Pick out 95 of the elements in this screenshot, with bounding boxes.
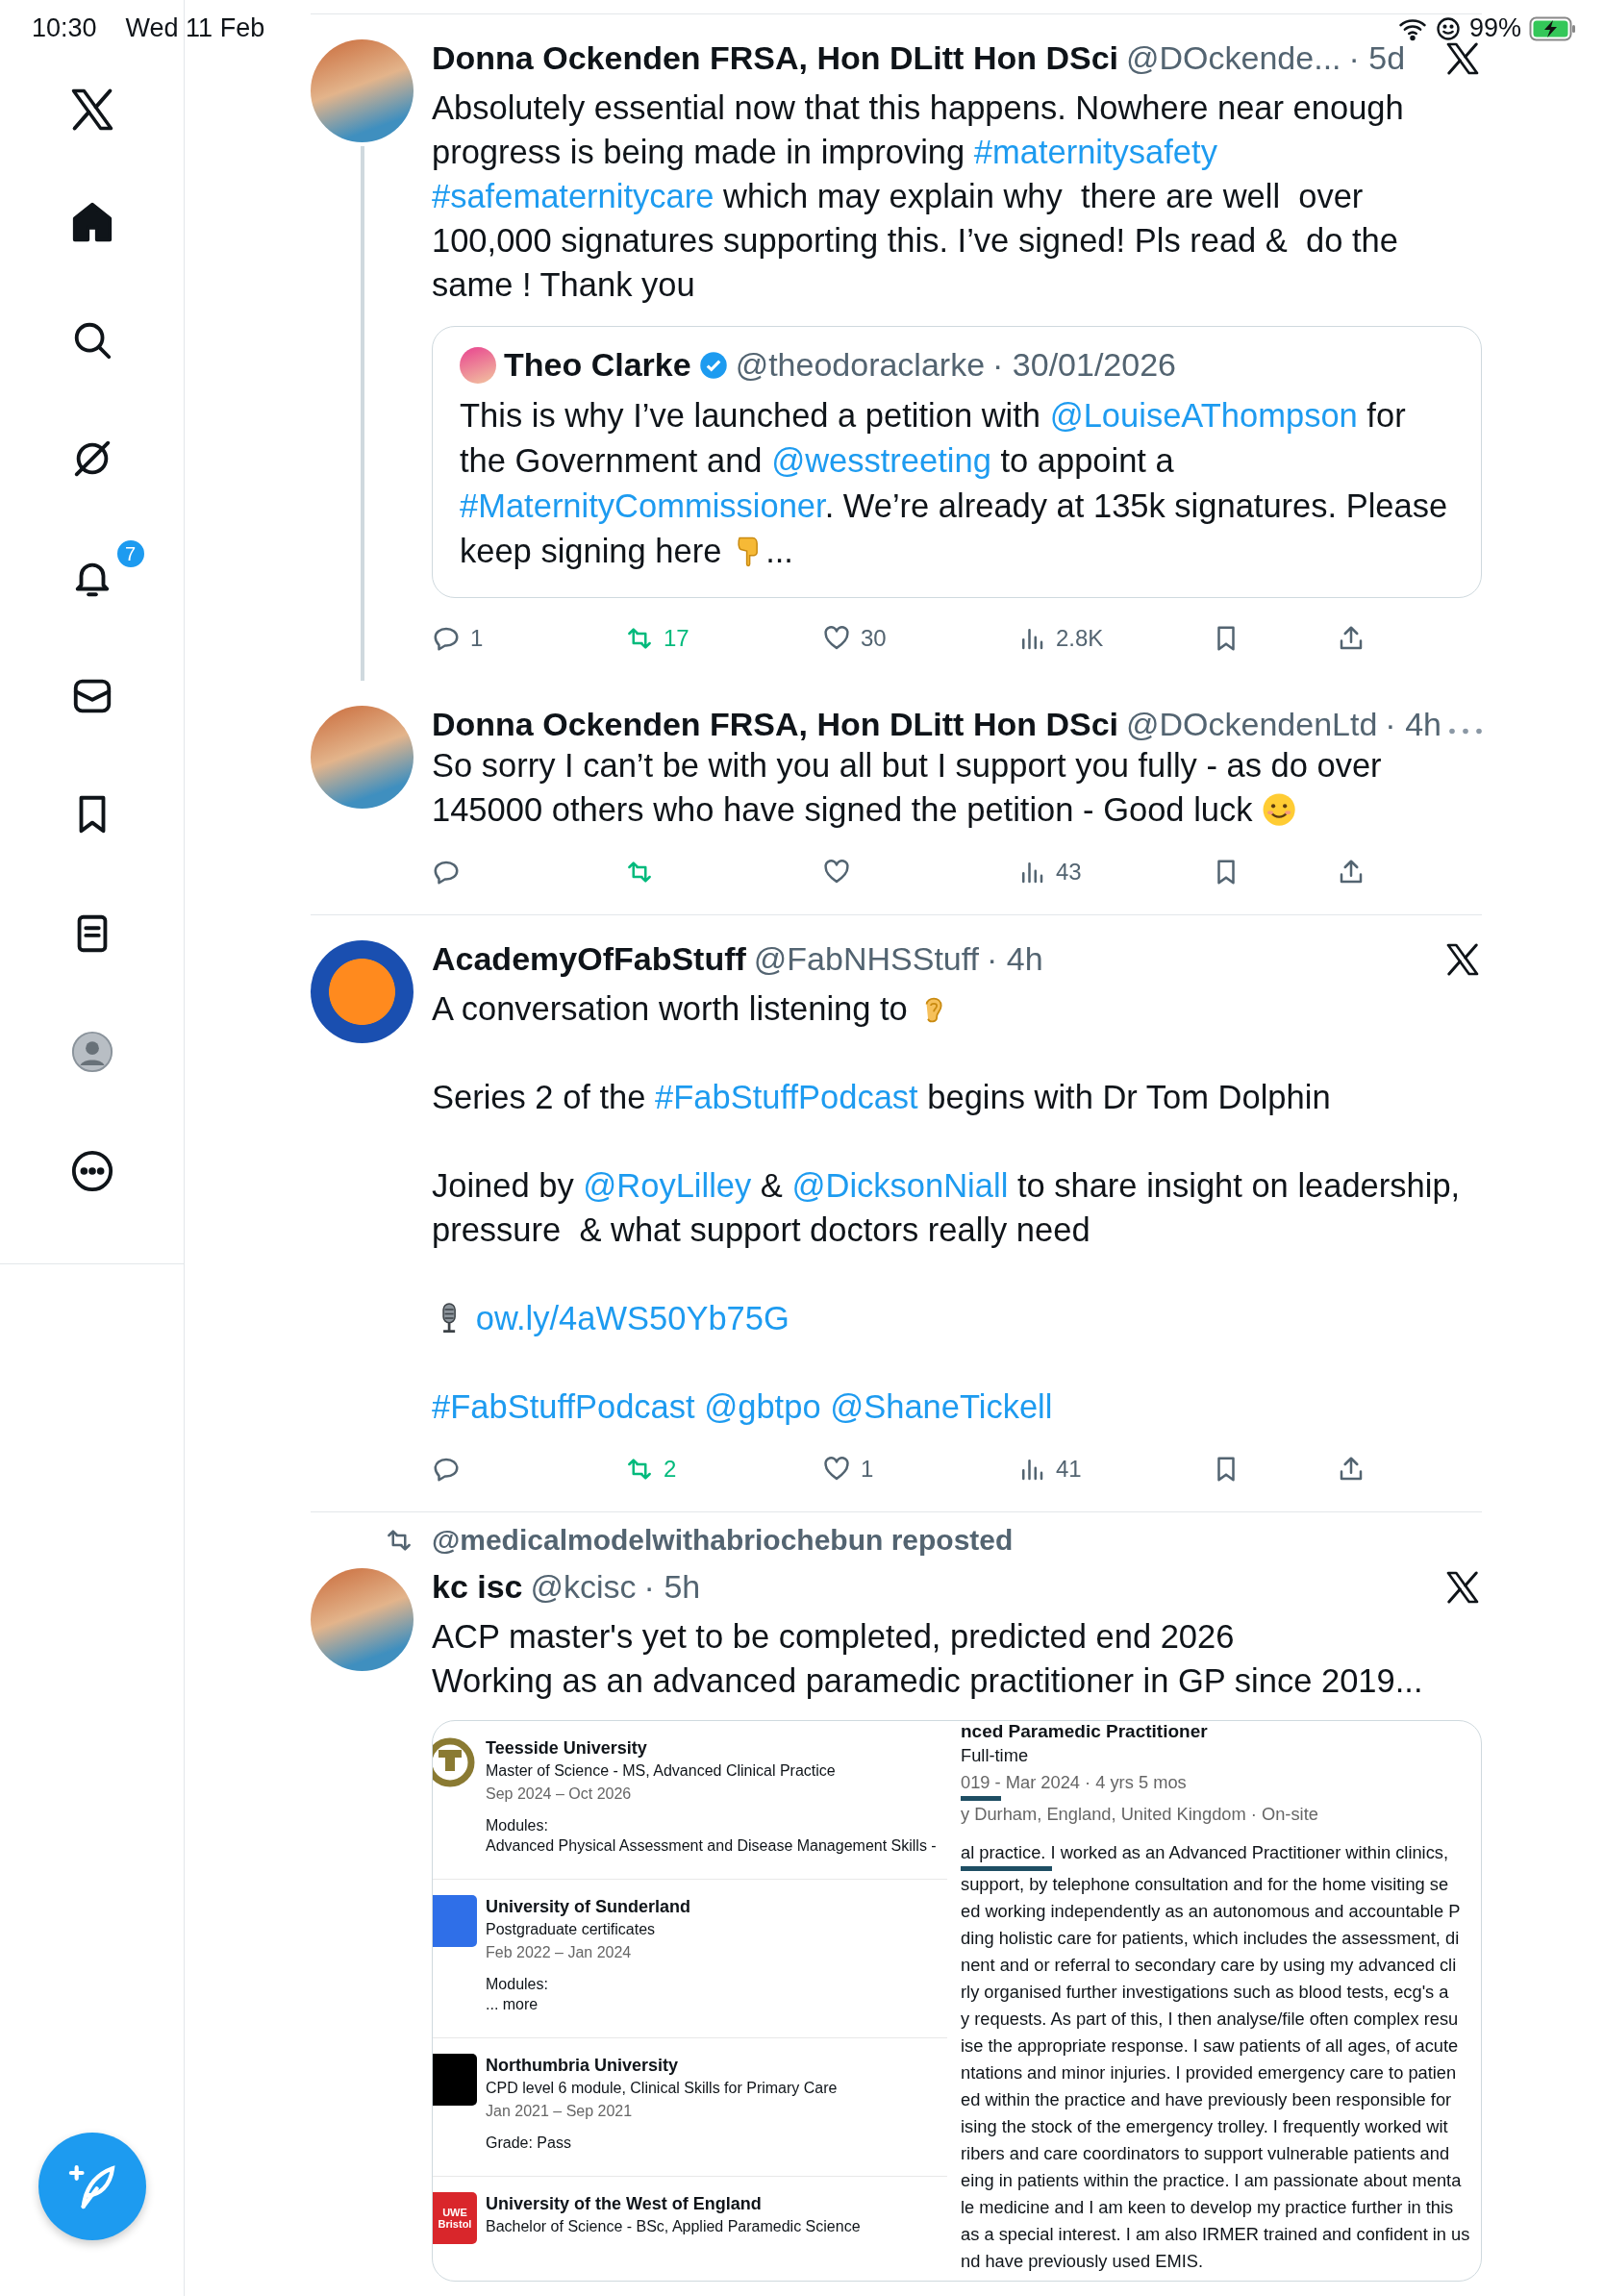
description-line: as a special interest. I am also IRMER trained and confident in us <box>961 2223 1471 2246</box>
employment-type: Full-time <box>961 1744 1030 1767</box>
repost-button[interactable]: 2 <box>625 1455 822 1484</box>
link[interactable]: @gbtpo <box>704 1388 821 1425</box>
date-range: Sep 2024 – Oct 2026 <box>486 1784 633 1804</box>
description-line: ribers and care coordinators to support vulnerable patients and <box>961 2142 1451 2165</box>
description-line: ntations and minor injuries. I provided emergency care to patien <box>961 2061 1458 2084</box>
degree: CPD level 6 module, Clinical Skills for Primary Care <box>486 2079 839 2098</box>
post-text: Absolutely essential now that this happens. Nowhere near enough progress is being made in improving #maternitysafety #safematernitycare which may explain why there are well over 100,000 signatures supporting this. I’ve signed! Pls read & do the same ! Thank you <box>432 88 1405 305</box>
description-line: nent and or referral to secondary care by using my advanced cli <box>961 1954 1458 1977</box>
author-name[interactable]: Donna Ockenden FRSA, Hon DLitt Hon DSci <box>432 706 1119 743</box>
author-handle[interactable]: @kcisc <box>530 1568 637 1606</box>
description-line: ise the appropriate response. I saw patients of all ages, of acute <box>961 2034 1460 2058</box>
photo-placeholder <box>460 346 496 384</box>
post-text: ACP master's yet to be completed, predicted end 2026 <box>432 1617 1236 1657</box>
link[interactable]: @wesstreeting <box>771 442 991 479</box>
description-line: al practice. I worked as an Advanced Practitioner within clinics, <box>961 1841 1450 1864</box>
smiley-status-icon <box>1434 14 1462 42</box>
avatar-icon[interactable] <box>69 1030 114 1075</box>
school-name: Teesside University <box>486 1737 648 1759</box>
battery-charging-icon <box>1529 14 1577 42</box>
detail-line: Modules: <box>486 1975 549 1994</box>
compose-button[interactable] <box>38 2133 146 2240</box>
post-time: · 30/01/2026 <box>992 346 1176 384</box>
link[interactable]: #safematernitycare <box>432 178 714 214</box>
link[interactable]: ow.ly/4aWS50Yb75G <box>475 1300 789 1336</box>
smiley-icon <box>1262 792 1297 828</box>
link[interactable]: #MaternityCommissioner <box>460 487 825 524</box>
repost-button[interactable]: 17 <box>625 624 822 653</box>
post-text: So sorry I can’t be with you all but I support you fully - as do over 145000 others who have signed the petition - Good luck <box>432 746 1383 830</box>
view-count: 41 <box>1056 1456 1082 1483</box>
post-time: · 4h <box>987 940 1043 978</box>
author-handle[interactable]: @FabNHSStuff <box>753 940 980 978</box>
repost-label: @medicalmodelwithabriochebun reposted <box>432 1524 1015 1557</box>
description-line: nd have previously used EMIS. <box>961 2250 1204 2273</box>
author-handle: @theodoraclarke <box>735 346 986 384</box>
quoted-post[interactable] <box>432 326 1482 598</box>
date-range: 019 - Mar 2024 · 4 yrs 5 mos <box>961 1771 1188 1794</box>
author-name[interactable]: AcademyOfFabStuff <box>432 940 746 978</box>
school-name: University of Sunderland <box>486 1896 692 1918</box>
post-text: Working as an advanced paramedic practitioner in GP since 2019... <box>432 1661 1424 1701</box>
view-count: 43 <box>1056 859 1082 886</box>
status-date: Wed 11 Feb <box>125 13 265 43</box>
description-line: ding holistic care for patients, which includes the assessment, di <box>961 1927 1461 1950</box>
quoted-text: This is why I’ve launched a petition with @LouiseAThompson for the Government and @wesstreeting to appoint a #MaternityCommissioner. We’re already at 135k signatures. Please keep signing here ... <box>460 396 1449 571</box>
description-line: rly organised further investigations such as blood tests, ecg's a <box>961 1981 1450 2004</box>
like-count: 1 <box>861 1456 874 1483</box>
description-line: le medicine and I am keen to develop my practice further in this <box>961 2196 1455 2219</box>
status-time: 10:30 <box>32 13 97 43</box>
description-line: ed working independently as an autonomous and accountable P <box>961 1900 1462 1923</box>
battery-percent: 99% <box>1468 13 1521 43</box>
post-time: · 5h <box>643 1568 701 1606</box>
underline-bar <box>961 1796 1001 1801</box>
like-count: 30 <box>861 625 887 652</box>
description-line: eing in patients within the practice. I am passionate about menta <box>961 2169 1463 2192</box>
detail-line: Modules: <box>486 1816 549 1835</box>
school-name: Northumbria University <box>486 2055 680 2077</box>
link[interactable]: #maternitysafety <box>973 134 1217 170</box>
link[interactable]: @LouiseAThompson <box>1049 397 1358 434</box>
detail-line: Advanced Physical Assessment and Disease Management Skills - <box>486 1836 938 1856</box>
link[interactable]: @ShaneTickell <box>830 1388 1053 1425</box>
job-title: nced Paramedic Practitioner <box>961 1721 1209 1742</box>
detail-line: ... more <box>486 1995 539 2014</box>
post-time: · 4h <box>1385 706 1441 743</box>
post-text: Joined by @RoyLilley & @DicksonNiall to share insight on leadership, pressure & what support doctors really need <box>432 1166 1462 1250</box>
more-icon[interactable] <box>69 1148 114 1193</box>
description-line: ising the stock of the emergency trolley. I frequently worked wit <box>961 2115 1449 2138</box>
post-text: A conversation worth listening to <box>432 986 1482 1031</box>
author-handle[interactable]: @DOckendenLtd <box>1126 706 1378 743</box>
author-name: Theo Clarke <box>504 346 691 384</box>
university-logo-icon <box>433 1736 477 1788</box>
author-name[interactable]: kc isc <box>432 1568 523 1606</box>
reply-count: 1 <box>470 625 484 652</box>
post-time: · 5d <box>1348 39 1406 77</box>
link[interactable]: #FabStuffPodcast <box>655 1079 918 1115</box>
detail-line: Grade: Pass <box>486 2134 572 2153</box>
location: y Durham, England, United Kingdom · On-site <box>961 1803 1319 1826</box>
author-handle[interactable]: @DOckende... <box>1126 39 1341 77</box>
date-range: Feb 2022 – Jan 2024 <box>486 1943 633 1962</box>
degree: Postgraduate certificates <box>486 1920 657 1939</box>
university-logo: UWE Bristol <box>433 2192 477 2244</box>
link[interactable]: @DicksonNiall <box>791 1167 1009 1204</box>
link[interactable]: #FabStuffPodcast <box>432 1388 695 1425</box>
school-name: University of the West of England <box>486 2193 763 2215</box>
description-line: support, by telephone consultation and for the home visiting se <box>961 1873 1450 1896</box>
notification-count: 7 <box>114 537 146 569</box>
view-count: 2.8K <box>1056 625 1104 652</box>
description-line: y requests. As part of this, I then analyse/file often complex resu <box>961 2008 1460 2031</box>
author-name[interactable]: Donna Ockenden FRSA, Hon DLitt Hon DSci <box>432 39 1119 77</box>
description-line: ed within the practice and have previously been responsible for <box>961 2088 1453 2111</box>
degree: Master of Science - MS, Advanced Clinical Practice <box>486 1761 837 1781</box>
link[interactable]: @RoyLilley <box>583 1167 752 1204</box>
date-range: Jan 2021 – Sep 2021 <box>486 2102 634 2121</box>
post-text: Series 2 of the #FabStuffPodcast begins with Dr Tom Dolphin <box>432 1078 1332 1117</box>
degree: Bachelor of Science - BSc, Applied Paramedic Science <box>486 2217 862 2236</box>
